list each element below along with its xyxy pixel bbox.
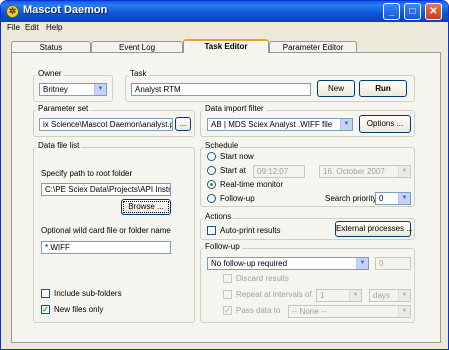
- follow-up-label: Follow-up: [203, 242, 242, 251]
- search-priority-label: Search priority: [325, 194, 377, 203]
- menu-edit[interactable]: Edit: [25, 23, 39, 32]
- maximize-button[interactable]: □: [404, 3, 421, 20]
- start-at-label: Start at: [220, 166, 246, 175]
- wildcard-label: Optional wild card file or folder name: [41, 226, 171, 235]
- discard-results-label: Discard results: [236, 274, 289, 283]
- radio-real-time-monitor[interactable]: [207, 180, 216, 189]
- search-priority-dropdown[interactable]: 0 ▼: [375, 192, 411, 205]
- include-subfolders-label: Include sub-folders: [54, 289, 122, 298]
- repeat-unit-value: days: [373, 291, 390, 300]
- data-import-filter-dropdown[interactable]: AB | MDS Sciex Analyst .WIFF file ▼: [207, 118, 353, 131]
- start-time-input[interactable]: 09:12:07: [253, 165, 305, 178]
- minimize-button[interactable]: _: [383, 3, 400, 20]
- repeat-interval-value: 1: [320, 291, 325, 300]
- follow-up-mode-dropdown[interactable]: No follow-up required ▼: [207, 257, 369, 270]
- tab-task-editor[interactable]: Task Editor: [183, 39, 269, 53]
- window-title: Mascot Daemon: [23, 4, 108, 16]
- wildcard-input[interactable]: *.WIFF: [41, 241, 171, 254]
- auto-print-checkbox[interactable]: [207, 226, 216, 235]
- parameter-set-label: Parameter set: [36, 104, 91, 113]
- follow-up-option-label: Follow-up: [220, 194, 255, 203]
- repeat-intervals-label: Repeat at intervals of: [236, 290, 312, 299]
- data-import-filter-label: Data import filter: [203, 104, 266, 113]
- chevron-down-icon: ▼: [356, 258, 368, 269]
- filter-options-button[interactable]: Options ...: [359, 115, 411, 133]
- start-now-label: Start now: [220, 152, 254, 161]
- menu-help[interactable]: Help: [46, 23, 62, 32]
- chevron-down-icon: ▼: [340, 119, 352, 130]
- browse-root-button[interactable]: Browse ...: [121, 199, 171, 215]
- parameter-set-browse-button[interactable]: ...: [175, 117, 191, 131]
- parameter-set-path[interactable]: ix Science\Mascot Daemon\analyst.par: [39, 118, 173, 131]
- daemon-icon: ✲: [6, 5, 19, 18]
- real-time-monitor-label: Real-time monitor: [220, 180, 284, 189]
- pass-data-checkbox[interactable]: ✓: [223, 306, 232, 315]
- task-name-input[interactable]: Analyst RTM: [131, 83, 311, 96]
- task-label: Task: [128, 69, 149, 78]
- repeat-unit-dropdown[interactable]: days ▼: [369, 289, 411, 302]
- main-window: ✲ Mascot Daemon _ □ ✕ File Edit Help Sta…: [0, 0, 449, 350]
- chevron-down-icon: ▼: [94, 84, 106, 95]
- auto-print-label: Auto-print results: [220, 226, 281, 235]
- search-priority-value: 0: [379, 194, 384, 203]
- owner-value: Britney: [43, 85, 68, 94]
- data-import-filter-value: AB | MDS Sciex Analyst .WIFF file: [211, 120, 333, 129]
- new-files-only-label: New files only: [54, 305, 104, 314]
- radio-start-now[interactable]: [207, 152, 216, 161]
- start-date-dropdown[interactable]: 16. October 2007 ▼: [319, 165, 411, 178]
- chevron-down-icon: ▼: [398, 306, 410, 317]
- repeat-interval-dropdown[interactable]: 1 ▼: [316, 289, 362, 302]
- repeat-intervals-checkbox[interactable]: [223, 290, 232, 299]
- new-files-only-checkbox[interactable]: ✓: [41, 305, 50, 314]
- schedule-label: Schedule: [203, 141, 241, 150]
- actions-label: Actions: [203, 212, 234, 221]
- owner-label: Owner: [36, 69, 64, 78]
- menu-bar: File Edit Help: [1, 22, 448, 36]
- close-button[interactable]: ✕: [425, 3, 442, 20]
- chevron-down-icon: ▼: [398, 166, 410, 177]
- chevron-down-icon: ▼: [398, 290, 410, 301]
- chevron-down-icon: ▼: [349, 290, 361, 301]
- follow-up-mode-value: No follow-up required: [211, 259, 288, 268]
- new-task-button[interactable]: New: [317, 80, 355, 97]
- owner-dropdown[interactable]: Britney ▼: [39, 83, 107, 96]
- pass-data-target-value: -- None --: [292, 307, 327, 316]
- start-date-value: 16. October 2007: [323, 167, 385, 176]
- root-folder-label: Specify path to root folder: [41, 169, 133, 178]
- radio-start-at[interactable]: [207, 166, 216, 175]
- root-folder-input[interactable]: C:\PE Sciex Data\Projects\API Instrum: [41, 183, 171, 196]
- discard-results-checkbox[interactable]: [223, 274, 232, 283]
- menu-file[interactable]: File: [7, 23, 20, 32]
- radio-follow-up[interactable]: [207, 194, 216, 203]
- chevron-down-icon: ▼: [398, 193, 410, 204]
- title-bar[interactable]: ✲ Mascot Daemon _ □ ✕: [1, 1, 448, 22]
- pass-data-target-dropdown[interactable]: -- None -- ▼: [288, 305, 411, 318]
- run-task-button[interactable]: Run: [359, 80, 407, 97]
- include-subfolders-checkbox[interactable]: [41, 289, 50, 298]
- data-file-list-label: Data file list: [36, 141, 82, 150]
- follow-up-count-input[interactable]: 0: [375, 257, 411, 270]
- external-processes-button[interactable]: External processes ...: [335, 221, 413, 237]
- pass-data-label: Pass data to: [236, 306, 281, 315]
